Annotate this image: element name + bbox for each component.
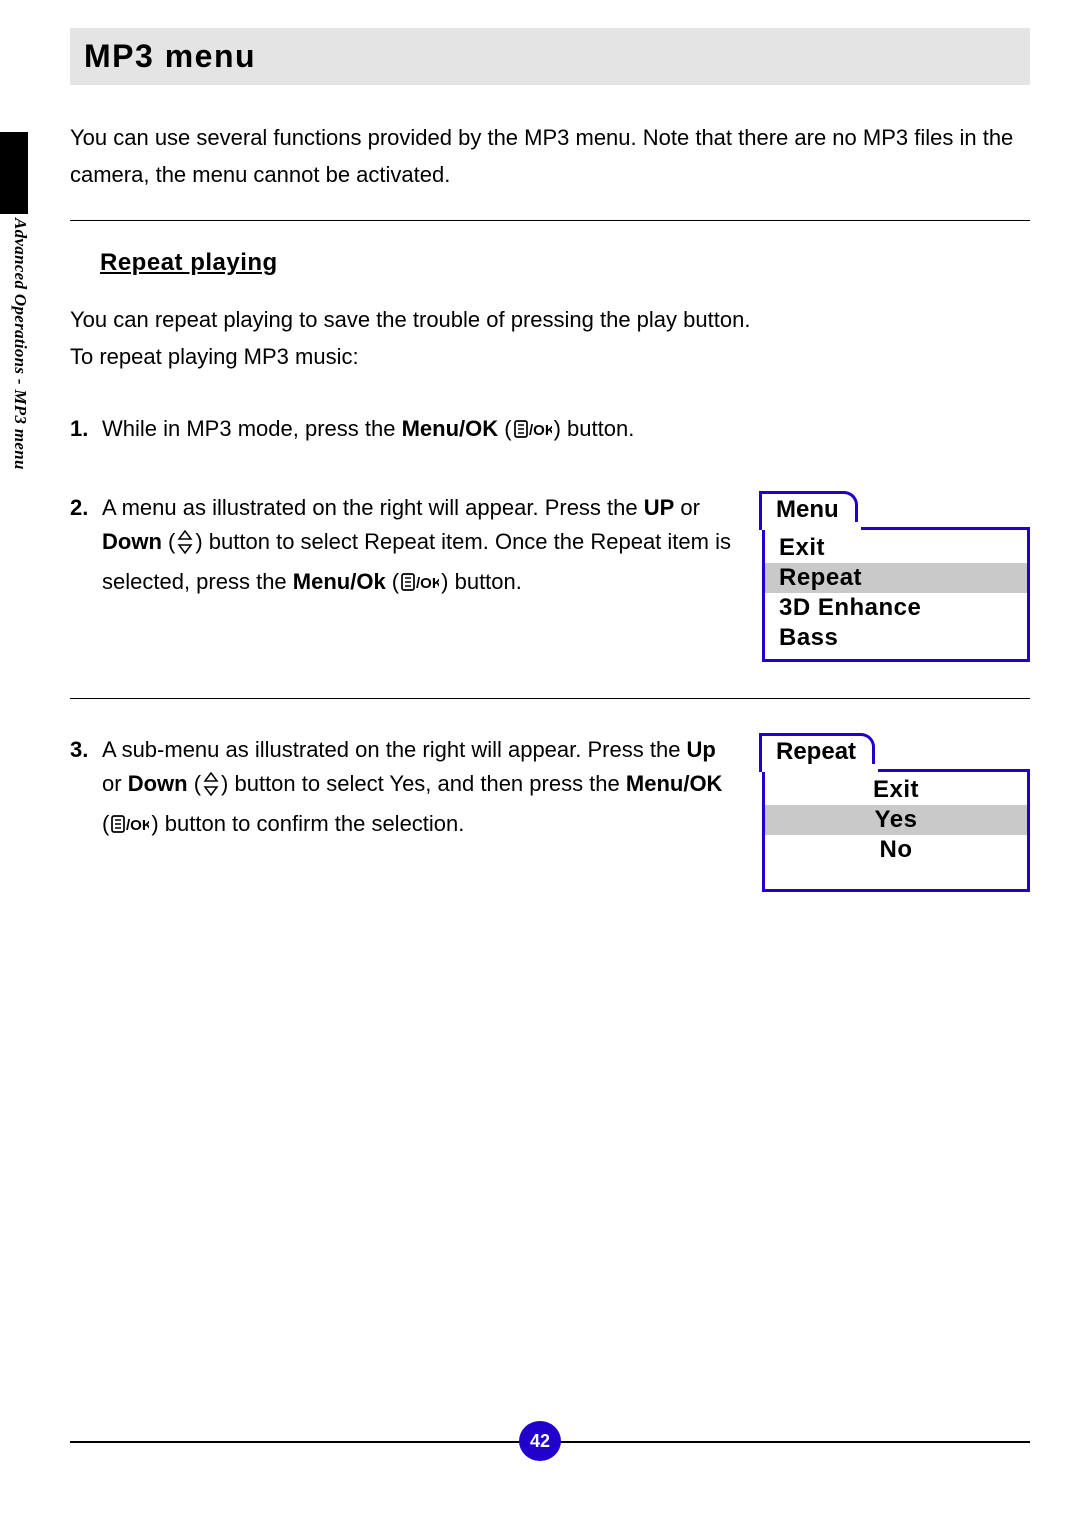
page-number-badge: 42 bbox=[519, 1421, 561, 1461]
step-text: A sub-menu as illustrated on the right w… bbox=[102, 733, 734, 844]
step-number: 2. bbox=[70, 491, 92, 602]
menu-item: Repeat bbox=[765, 563, 1027, 593]
text: button to select Yes, and then press the bbox=[234, 771, 625, 796]
text: button. bbox=[567, 416, 634, 441]
menu-ok-label: Menu/OK bbox=[402, 416, 499, 441]
text: or bbox=[674, 495, 700, 520]
step-3: 3. A sub-menu as illustrated on the righ… bbox=[70, 733, 734, 844]
manual-page: Advanced Operations - MP3 menu MP3 menu … bbox=[0, 0, 1080, 1521]
up-label: Up bbox=[687, 737, 716, 762]
menu-ok-icon: /OK bbox=[111, 810, 149, 844]
menu-item: Yes bbox=[765, 805, 1027, 835]
step-2: 2. A menu as illustrated on the right wi… bbox=[70, 491, 734, 602]
side-section-label: Advanced Operations - MP3 menu bbox=[10, 218, 30, 470]
menu-item: Exit bbox=[765, 533, 1027, 563]
down-label: Down bbox=[128, 771, 188, 796]
text: ( bbox=[188, 771, 201, 796]
text: ) bbox=[195, 529, 208, 554]
text: ( bbox=[102, 811, 109, 836]
step-3-row: 3. A sub-menu as illustrated on the righ… bbox=[70, 733, 1030, 892]
text-line: To repeat playing MP3 music: bbox=[70, 344, 359, 369]
text: A sub-menu as illustrated on the right w… bbox=[102, 737, 687, 762]
menu-ok-icon: /OK bbox=[401, 568, 439, 602]
text-line: You can repeat playing to save the troub… bbox=[70, 307, 750, 332]
text: ( bbox=[162, 529, 175, 554]
menu-item: No bbox=[765, 835, 1027, 865]
menu-illustration-2: Repeat ExitYesNo bbox=[762, 769, 1030, 892]
text: button. bbox=[455, 569, 522, 594]
page-title-bar: MP3 menu bbox=[70, 28, 1030, 85]
step-text: A menu as illustrated on the right will … bbox=[102, 491, 734, 602]
menu-ok-icon: /OK bbox=[514, 415, 552, 449]
side-tab-marker bbox=[0, 132, 28, 214]
text: ( bbox=[498, 416, 511, 441]
divider bbox=[70, 698, 1030, 699]
tab-mask bbox=[762, 522, 861, 530]
up-down-icon bbox=[202, 771, 220, 807]
subsection-intro: You can repeat playing to save the troub… bbox=[70, 301, 1030, 376]
step-2-row: 2. A menu as illustrated on the right wi… bbox=[70, 491, 1030, 662]
subsection-heading: Repeat playing bbox=[100, 249, 1030, 277]
text: While in MP3 mode, press the bbox=[102, 416, 402, 441]
svg-text:/OK: /OK bbox=[529, 422, 552, 439]
step-1: 1. While in MP3 mode, press the Menu/OK … bbox=[70, 412, 1030, 449]
menu-ok-label: Menu/OK bbox=[626, 771, 723, 796]
text: button to confirm the selection. bbox=[165, 811, 465, 836]
text: ) bbox=[151, 811, 164, 836]
tab-mask bbox=[762, 764, 878, 772]
menu-items: ExitYesNo bbox=[762, 769, 1030, 892]
text: or bbox=[102, 771, 128, 796]
step-text: While in MP3 mode, press the Menu/OK ( /O… bbox=[102, 412, 1030, 449]
divider bbox=[70, 220, 1030, 221]
text: A menu as illustrated on the right will … bbox=[102, 495, 644, 520]
menu-item: Bass bbox=[765, 623, 1027, 653]
step-number: 3. bbox=[70, 733, 92, 844]
intro-paragraph: You can use several functions provided b… bbox=[70, 119, 1030, 194]
menu-illustration-1: Menu ExitRepeat3D EnhanceBass bbox=[762, 527, 1030, 662]
menu-item: Exit bbox=[765, 775, 1027, 805]
down-label: Down bbox=[102, 529, 162, 554]
step-number: 1. bbox=[70, 412, 92, 449]
menu-ok-label: Menu/Ok bbox=[293, 569, 386, 594]
menu-item: 3D Enhance bbox=[765, 593, 1027, 623]
text: ( bbox=[386, 569, 399, 594]
page-title: MP3 menu bbox=[84, 38, 1016, 75]
svg-text:/OK: /OK bbox=[416, 575, 439, 592]
svg-text:/OK: /OK bbox=[126, 817, 149, 834]
menu-items: ExitRepeat3D EnhanceBass bbox=[762, 527, 1030, 662]
up-down-icon bbox=[176, 529, 194, 565]
text: ) bbox=[554, 416, 567, 441]
up-label: UP bbox=[644, 495, 675, 520]
text: ) bbox=[441, 569, 454, 594]
text: ) bbox=[221, 771, 234, 796]
